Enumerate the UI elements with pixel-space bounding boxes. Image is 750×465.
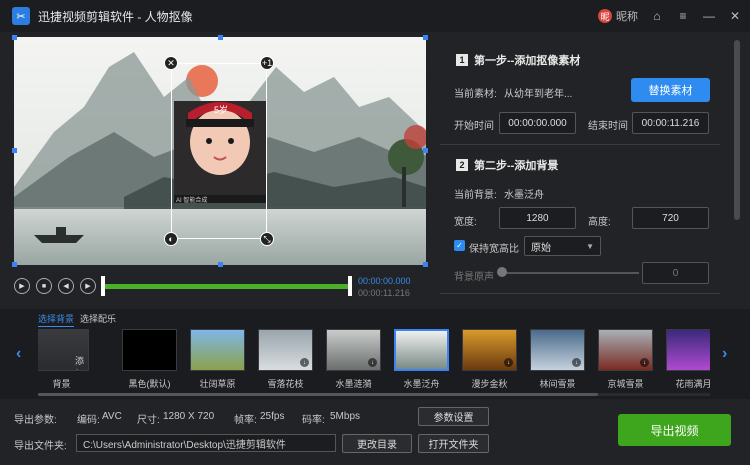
play-icon[interactable]: ▶ <box>14 278 30 294</box>
close-icon[interactable]: ✕ <box>728 9 742 23</box>
download-icon[interactable]: ↓ <box>300 358 309 367</box>
bitrate-value: 5Mbps <box>330 411 361 422</box>
export-params-label: 导出参数: <box>14 415 57 426</box>
size-value: 1280 X 720 <box>163 411 215 422</box>
scissors-icon: ✂ <box>12 7 30 25</box>
panel-scrollbar[interactable] <box>734 40 740 220</box>
handle-middle-left[interactable] <box>12 148 17 153</box>
fps-value: 25fps <box>260 411 285 422</box>
background-thumb[interactable]: 添加 <box>38 329 89 371</box>
background-thumb[interactable]: ↓ <box>462 329 517 371</box>
add-background-label: 添加 <box>75 356 85 370</box>
size-label: 尺寸: <box>137 415 160 426</box>
chevron-right-icon[interactable]: › <box>722 345 727 363</box>
background-thumb-label: 背景 <box>52 379 71 389</box>
export-video-button[interactable]: 导出视频 <box>618 414 731 446</box>
background-thumb[interactable]: ↓ <box>258 329 313 371</box>
background-thumb-label: 壮阔草原 <box>199 379 236 389</box>
codec-label: 编码: <box>77 415 100 426</box>
background-thumb-label: 京城雪景 <box>607 379 644 389</box>
handle-bottom-left[interactable] <box>12 262 17 267</box>
change-directory-button[interactable]: 更改目录 <box>342 434 412 453</box>
background-thumb[interactable]: ↓ <box>598 329 653 371</box>
open-folder-button[interactable]: 打开文件夹 <box>418 434 489 453</box>
background-thumb-label: 黑色(默认) <box>128 379 171 389</box>
fps-label: 帧率: <box>234 415 257 426</box>
background-thumb-label: 水墨泛舟 <box>403 379 440 389</box>
handle-top-left[interactable] <box>12 35 17 40</box>
bitrate-label: 码率: <box>302 415 325 426</box>
background-thumb[interactable] <box>190 329 245 371</box>
gallery-scroll-thumb[interactable] <box>38 393 598 396</box>
background-thumb[interactable] <box>122 329 177 371</box>
background-thumb[interactable] <box>666 329 710 371</box>
param-settings-button[interactable]: 参数设置 <box>418 407 489 426</box>
background-thumb-label: 林间雪景 <box>539 379 576 389</box>
download-icon[interactable]: ↓ <box>640 358 649 367</box>
chevron-left-icon[interactable]: ‹ <box>16 345 21 363</box>
background-thumb-label: 雪落花枝 <box>267 379 304 389</box>
codec-value: AVC <box>102 411 122 422</box>
download-icon[interactable]: ↓ <box>368 358 377 367</box>
download-icon[interactable]: ↓ <box>504 358 513 367</box>
download-icon[interactable]: ↓ <box>572 358 581 367</box>
app-window: ✂ 迅捷视频剪辑软件 - 人物抠像 昵 昵称 ⌂ ≡ — ✕ 5岁 AI 智能合… <box>0 0 750 465</box>
background-thumb[interactable]: ↓ <box>530 329 585 371</box>
background-thumb-label: 花雨满月 <box>675 379 710 389</box>
background-thumb[interactable] <box>394 329 449 371</box>
export-folder-label: 导出文件夹: <box>14 441 67 452</box>
background-thumb-label: 漫步金秋 <box>471 379 508 389</box>
background-thumb-label: 水墨涟漪 <box>335 379 372 389</box>
export-folder-path[interactable]: C:\Users\Administrator\Desktop\迅捷剪辑软件 <box>76 434 336 452</box>
background-thumb[interactable]: ↓ <box>326 329 381 371</box>
